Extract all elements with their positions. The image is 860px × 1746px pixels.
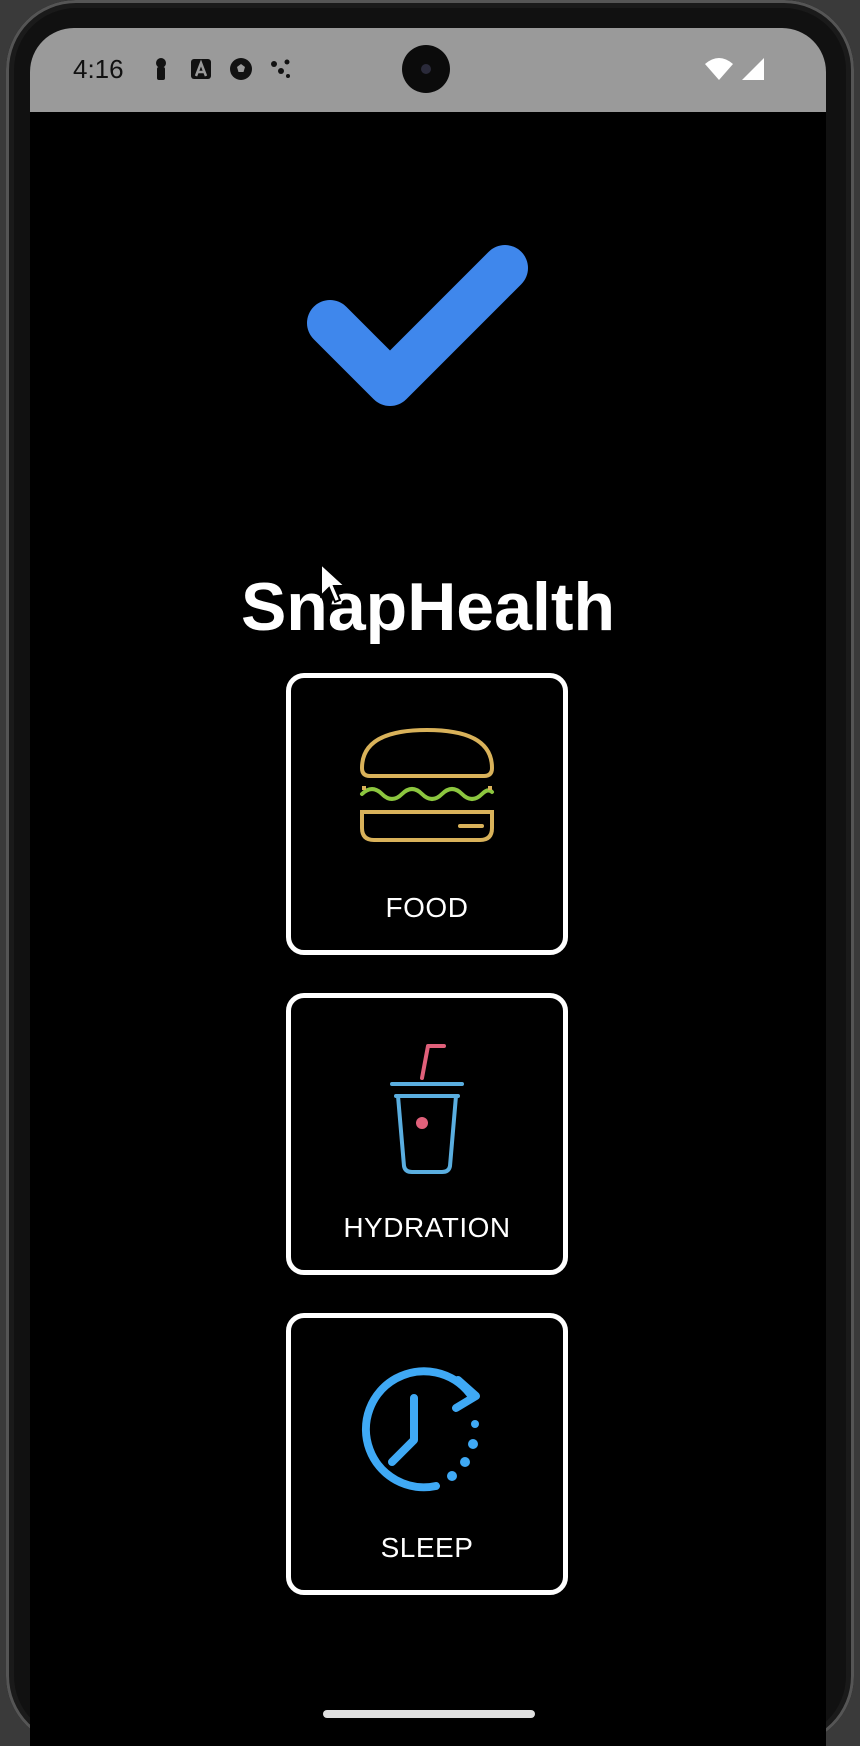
person-key-icon (156, 58, 166, 80)
a-box-icon (191, 59, 211, 79)
status-icons-right (704, 56, 766, 82)
sleep-card[interactable]: SLEEP (286, 1313, 568, 1595)
food-card[interactable]: FOOD (286, 673, 568, 955)
app-title: SnapHealth (240, 569, 616, 645)
soccer-ball-icon (230, 58, 252, 80)
wifi-icon (705, 58, 733, 80)
sleep-label: SLEEP (380, 1532, 474, 1563)
signal-icon (742, 58, 764, 80)
home-indicator[interactable] (323, 1710, 535, 1718)
checkmark-icon (307, 245, 528, 406)
hydration-card[interactable]: HYDRATION (286, 993, 568, 1275)
status-icons-left (148, 56, 294, 82)
status-bar: 4:16 (30, 28, 826, 112)
dots-icon (271, 59, 290, 78)
mouse-cursor-icon (320, 562, 348, 604)
burger-icon (359, 727, 495, 842)
food-label: FOOD (385, 892, 469, 923)
status-time: 4:16 (73, 54, 124, 84)
drink-cup-icon (390, 1044, 464, 1174)
hydration-label: HYDRATION (343, 1212, 511, 1243)
front-camera (402, 45, 450, 93)
clock-redo-icon (361, 1367, 480, 1492)
screen: 4:16 SnapHealth FOOD HYDRATION SLEEP (30, 28, 826, 1746)
